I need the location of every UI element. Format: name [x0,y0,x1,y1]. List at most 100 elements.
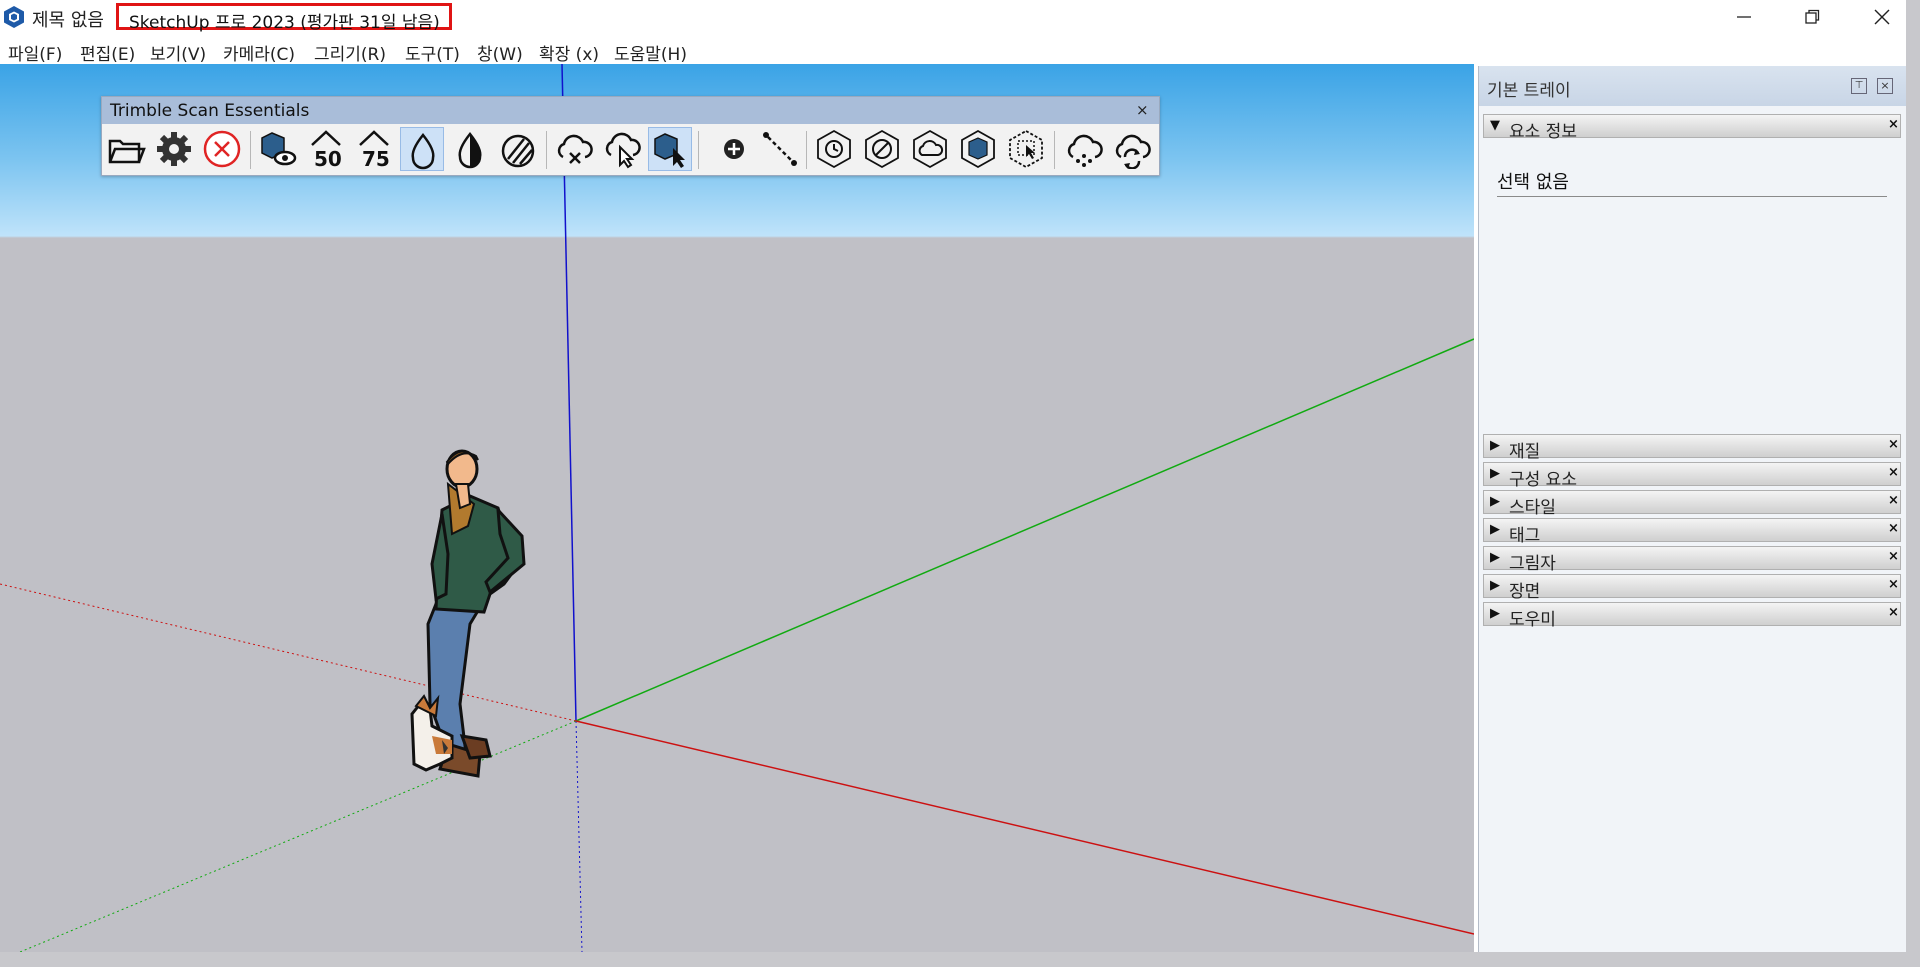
tool-hex-cloud[interactable] [908,127,952,171]
red-axis-negative [0,583,577,722]
panel-close-button[interactable]: × [1888,577,1899,592]
scale-figure-person[interactable] [426,449,526,778]
menu-edit[interactable]: 편집(E) [80,40,135,65]
panel-label: 구성 요소 [1509,470,1577,490]
panel-close-button[interactable]: × [1888,493,1899,508]
toolbar-separator [1054,131,1055,169]
svg-text:75: 75 [362,147,390,169]
tool-hex-history[interactable] [812,127,856,171]
scan-view-icon [261,132,297,166]
selection-status: 선택 없음 [1497,172,1569,193]
tool-density-75[interactable]: 75 [352,127,396,171]
minimize-icon [1737,16,1751,18]
tool-cloud-sync[interactable] [1110,127,1154,171]
tool-cancel[interactable] [200,127,244,171]
expanded-arrow-icon: ▼ [1490,118,1500,133]
tray-pin-button[interactable]: ⊤ [1851,78,1867,94]
menu-extensions[interactable]: 확장 (x) [539,40,599,65]
panel-label: 도우미 [1509,610,1556,630]
hex-select-icon [1009,129,1043,169]
panel-instructor[interactable]: ▶ 도우미 × [1483,602,1901,630]
panel-label: 태그 [1509,526,1541,546]
default-tray: 기본 트레이 ⊤ × ▼ 요소 정보 × 선택 없음 ▶ 재질 × ▶ 구성 요… [1478,66,1907,952]
toolbar-title: Trimble Scan Essentials [110,101,310,121]
collapsed-arrow-icon: ▶ [1490,438,1500,453]
tool-cloud-points[interactable] [1062,127,1106,171]
menu-view[interactable]: 보기(V) [150,40,206,65]
tool-hex-select[interactable] [1004,127,1048,171]
panel-components[interactable]: ▶ 구성 요소 × [1483,462,1901,490]
menu-file[interactable]: 파일(F) [8,40,62,65]
sketchup-logo-icon [4,6,24,28]
cancel-circle-icon [203,130,241,168]
panel-shadows[interactable]: ▶ 그림자 × [1483,546,1901,574]
toolbar-close-button[interactable]: × [1136,101,1149,119]
hex-cloud-icon [913,129,947,169]
window-right-border [1906,0,1920,967]
cloud-points-icon [1067,134,1103,167]
panel-close-button[interactable]: × [1888,521,1899,536]
toolbar-separator [698,131,699,169]
scan-pick-icon [654,133,685,168]
cloud-pick-icon [605,132,641,169]
menu-window[interactable]: 창(W) [477,40,523,65]
menu-bar: 파일(F) 편집(E) 보기(V) 카메라(C) 그리기(R) 도구(T) 창(… [0,34,1906,65]
panel-materials[interactable]: ▶ 재질 × [1483,434,1901,462]
panel-label: 그림자 [1509,554,1556,574]
tool-hex-disabled[interactable] [860,127,904,171]
tool-density-50[interactable]: 50 [304,127,348,171]
tool-contrast[interactable] [448,127,492,171]
panel-scenes[interactable]: ▶ 장면 × [1483,574,1901,602]
panel-close-button[interactable]: × [1888,465,1899,480]
tool-measure-line[interactable] [758,127,802,171]
model-viewport[interactable] [0,64,1474,952]
panel-close-button[interactable]: × [1888,605,1899,620]
panel-label: 스타일 [1509,498,1556,518]
menu-camera[interactable]: 카메라(C) [223,40,295,65]
document-title: 제목 없음 [32,10,104,31]
window-bottom-border [0,952,1906,967]
dashed-line-icon [763,132,797,166]
menu-help[interactable]: 도움말(H) [614,40,687,65]
tool-hatch[interactable] [496,127,540,171]
close-button[interactable] [1852,0,1912,34]
collapsed-arrow-icon: ▶ [1490,522,1500,537]
panel-entity-info[interactable]: ▼ 요소 정보 × [1483,114,1901,142]
cloud-sync-icon [1115,134,1151,169]
tool-settings[interactable] [152,127,196,171]
tool-cloud-remove[interactable] [552,127,596,171]
menu-tools[interactable]: 도구(T) [405,40,460,65]
toolbar-separator [250,131,251,169]
menu-draw[interactable]: 그리기(R) [314,40,386,65]
density-75-icon: 75 [359,130,390,169]
scene-canvas [0,64,1474,952]
collapsed-arrow-icon: ▶ [1490,466,1500,481]
hex-history-icon [817,129,851,169]
tool-add-point[interactable] [712,127,756,171]
svg-text:50: 50 [314,147,342,169]
drop-icon [411,132,435,170]
panel-tags[interactable]: ▶ 태그 × [1483,518,1901,546]
scan-essentials-toolbar: Trimble Scan Essentials × 50 75 [101,96,1160,176]
tool-drop[interactable] [400,127,444,171]
toolbar-title-bar[interactable]: Trimble Scan Essentials × [102,97,1159,124]
minimize-button[interactable] [1714,0,1774,34]
panel-close-button[interactable]: × [1888,549,1899,564]
green-axis [575,338,1474,722]
panel-styles[interactable]: ▶ 스타일 × [1483,490,1901,518]
panel-close-button[interactable]: × [1888,117,1899,132]
tool-open-folder[interactable] [104,127,148,171]
restore-button[interactable] [1782,0,1842,34]
hex-scan-icon [961,129,995,169]
tool-hex-scan[interactable] [956,127,1000,171]
collapsed-arrow-icon: ▶ [1490,606,1500,621]
add-point-icon [724,139,744,159]
tool-scan-pick[interactable] [648,127,692,171]
panel-close-button[interactable]: × [1888,437,1899,452]
tool-scan-view[interactable] [256,127,300,171]
collapsed-arrow-icon: ▶ [1490,494,1500,509]
tray-close-button[interactable]: × [1877,78,1893,94]
restore-icon [1805,9,1820,24]
cloud-remove-icon [557,134,593,164]
tool-cloud-pick[interactable] [600,127,644,171]
